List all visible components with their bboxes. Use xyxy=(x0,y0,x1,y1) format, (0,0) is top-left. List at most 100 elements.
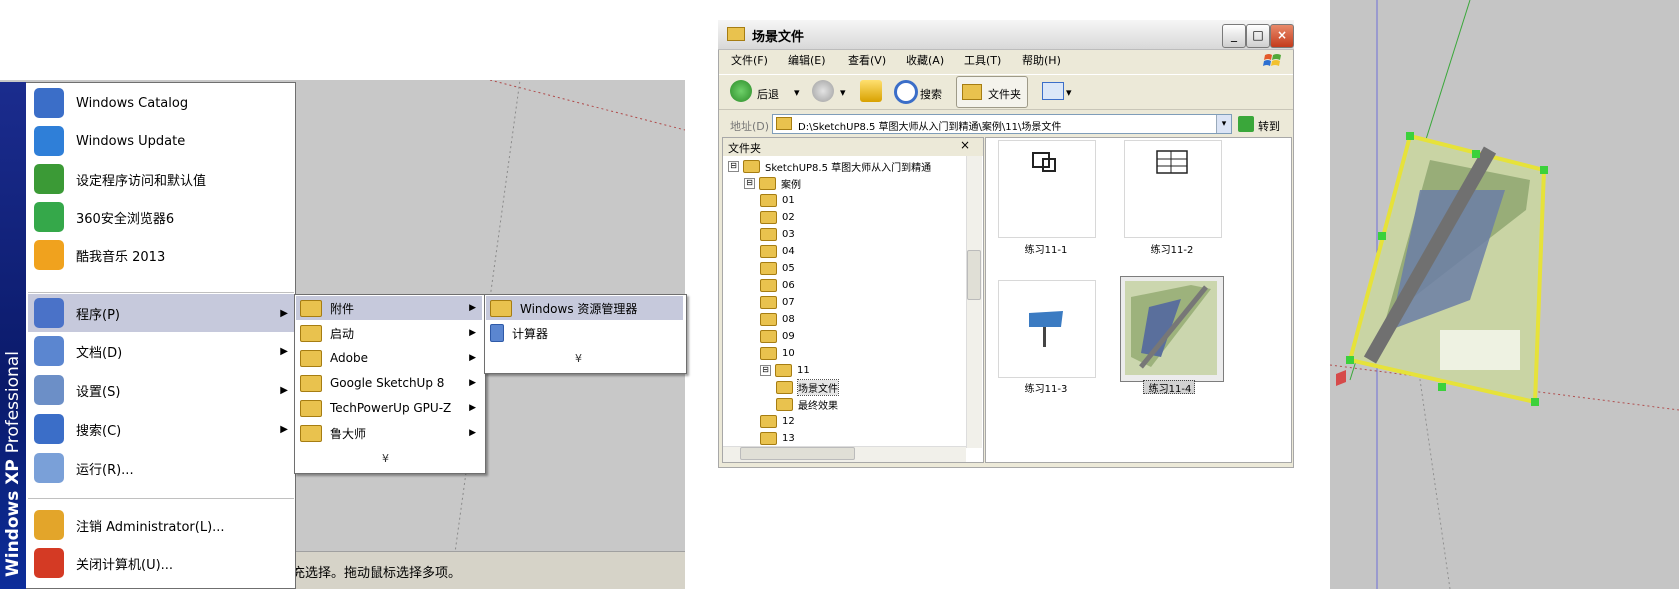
tree-node-label: SketchUP8.5 草图大师从入门到精通 xyxy=(765,163,932,174)
tree-node[interactable]: 05 xyxy=(760,260,795,277)
menu-view[interactable]: 查看(V) xyxy=(848,52,886,68)
scrollbar-thumb[interactable] xyxy=(967,250,981,300)
forward-arrow-icon[interactable] xyxy=(812,80,834,102)
start-menu-item-1[interactable]: 程序(P) ▶ xyxy=(28,294,294,332)
tree-node[interactable]: 场景文件 xyxy=(776,379,839,396)
programs-submenu-item[interactable]: 附件 ▶ xyxy=(296,296,482,320)
folder-icon xyxy=(760,228,777,241)
model-scene xyxy=(1330,0,1679,589)
scrollbar-thumb[interactable] xyxy=(740,447,855,460)
tree-node[interactable]: ⊟ 11 xyxy=(760,362,810,379)
file-thumbnail[interactable] xyxy=(1124,140,1222,238)
accessories-submenu-item[interactable]: Windows 资源管理器 xyxy=(486,296,683,320)
file-thumbnail[interactable] xyxy=(998,140,1096,238)
start-menu-item[interactable]: 设定程序访问和默认值 xyxy=(28,160,294,198)
file-label[interactable]: 练习11-3 xyxy=(998,380,1094,395)
go-arrow-icon[interactable] xyxy=(1238,116,1254,132)
views-icon[interactable] xyxy=(1042,82,1064,100)
tree-node[interactable]: 最终效果 xyxy=(776,396,838,413)
tree-expander-icon[interactable]: ⊟ xyxy=(760,365,771,376)
tree-node[interactable]: 06 xyxy=(760,277,795,294)
programs-submenu-item[interactable]: 启动 ▶ xyxy=(296,321,482,345)
search-icon xyxy=(34,414,64,444)
calculator-icon xyxy=(490,324,504,342)
back-button[interactable]: 后退 xyxy=(757,86,779,102)
search-icon[interactable] xyxy=(894,80,918,104)
file-label[interactable]: 练习11-2 xyxy=(1124,241,1220,256)
windows-catalog-icon xyxy=(34,88,64,118)
expand-chevron-icon[interactable]: ¥ xyxy=(382,452,389,465)
start-menu-item[interactable]: 酷我音乐 2013 xyxy=(28,236,294,274)
start-menu-item[interactable]: 360安全浏览器6 xyxy=(28,198,294,236)
start-menu-item-4[interactable]: 搜索(C) ▶ xyxy=(28,410,294,448)
folder-icon xyxy=(760,330,777,343)
programs-submenu-item[interactable]: TechPowerUp GPU-Z ▶ xyxy=(296,396,482,420)
tree-node[interactable]: 13 xyxy=(760,430,795,447)
programs-submenu-item[interactable]: Adobe ▶ xyxy=(296,346,482,370)
folder-icon xyxy=(760,194,777,207)
tree-node-label: 最终效果 xyxy=(798,401,838,412)
search-button[interactable]: 搜索 xyxy=(920,86,942,102)
start-menu-item-2[interactable]: 文档(D) ▶ xyxy=(28,332,294,370)
file-label[interactable]: 练习11-4 xyxy=(1122,380,1218,395)
tree-expander-icon[interactable]: ⊟ xyxy=(744,178,755,189)
sketchup-viewport[interactable] xyxy=(1330,0,1679,589)
go-button[interactable]: 转到 xyxy=(1258,118,1280,134)
start-menu-item-5[interactable]: 运行(R)... xyxy=(28,449,294,487)
folders-close-icon[interactable]: × xyxy=(960,138,970,152)
browser-360-icon xyxy=(34,202,64,232)
tree-node[interactable]: 04 xyxy=(760,243,795,260)
site-plan-icon xyxy=(1125,281,1217,375)
start-menu-item-label: 设定程序访问和默认值 xyxy=(76,173,207,189)
file-label[interactable]: 练习11-1 xyxy=(998,241,1094,256)
close-button[interactable]: × xyxy=(1270,24,1294,48)
tree-node[interactable]: 09 xyxy=(760,328,795,345)
forward-dropdown-icon[interactable]: ▾ xyxy=(840,86,846,99)
tree-node[interactable]: 01 xyxy=(760,192,795,209)
windows-logo-icon xyxy=(1263,54,1281,66)
menu-tools[interactable]: 工具(T) xyxy=(964,52,1001,68)
menu-file[interactable]: 文件(F) xyxy=(731,52,768,68)
folder-icon xyxy=(759,177,776,190)
tree-node[interactable]: ⊟ 案例 xyxy=(744,175,801,192)
tree-node[interactable]: 03 xyxy=(760,226,795,243)
tree-expander-icon[interactable]: ⊟ xyxy=(728,161,739,172)
tree-node-label: 08 xyxy=(782,314,795,325)
start-menu-item-3[interactable]: 设置(S) ▶ xyxy=(28,371,294,409)
tree-node[interactable]: 08 xyxy=(760,311,795,328)
tree-node[interactable]: 12 xyxy=(760,413,795,430)
minimize-button[interactable]: _ xyxy=(1222,24,1246,48)
file-thumbnail-selected[interactable] xyxy=(1120,276,1224,382)
logoff-item[interactable]: 注销 Administrator(L)... xyxy=(28,506,294,544)
title-bar[interactable] xyxy=(718,20,1294,50)
menu-help[interactable]: 帮助(H) xyxy=(1022,52,1061,68)
start-menu-item-label: 程序(P) xyxy=(76,307,120,323)
start-menu-item[interactable]: Windows Update xyxy=(28,122,294,160)
expand-chevron-icon[interactable]: ¥ xyxy=(575,352,582,365)
floorplan-icon xyxy=(1156,150,1188,174)
menu-favorites[interactable]: 收藏(A) xyxy=(906,52,944,68)
back-arrow-icon[interactable] xyxy=(730,80,752,102)
back-dropdown-icon[interactable]: ▾ xyxy=(794,86,800,99)
tree-node[interactable]: 07 xyxy=(760,294,795,311)
tree-node-label: 04 xyxy=(782,246,795,257)
tree-node[interactable]: 10 xyxy=(760,345,795,362)
start-menu-item[interactable]: Windows Catalog xyxy=(28,84,294,122)
programs-submenu-item[interactable]: Google SketchUp 8 ▶ xyxy=(296,371,482,395)
folders-pane-title: 文件夹 xyxy=(728,142,761,155)
vertical-scrollbar[interactable] xyxy=(966,156,982,448)
folders-pane-header xyxy=(723,138,983,156)
window-title: 场景文件 xyxy=(752,30,805,45)
start-menu-item-label: 运行(R)... xyxy=(76,462,134,478)
address-dropdown-icon[interactable]: ▾ xyxy=(1216,115,1231,133)
tree-node[interactable]: ⊟ SketchUP8.5 草图大师从入门到精通 xyxy=(728,158,931,175)
up-folder-icon[interactable] xyxy=(860,80,882,102)
programs-submenu-item[interactable]: 鲁大师 ▶ xyxy=(296,421,482,445)
shutdown-item[interactable]: 关闭计算机(U)... xyxy=(28,544,294,582)
views-dropdown-icon[interactable]: ▾ xyxy=(1066,86,1072,99)
maximize-button[interactable]: □ xyxy=(1246,24,1270,48)
accessories-submenu-item[interactable]: 计算器 xyxy=(486,321,683,345)
file-thumbnail[interactable] xyxy=(998,280,1096,378)
menu-edit[interactable]: 编辑(E) xyxy=(788,52,826,68)
tree-node[interactable]: 02 xyxy=(760,209,795,226)
